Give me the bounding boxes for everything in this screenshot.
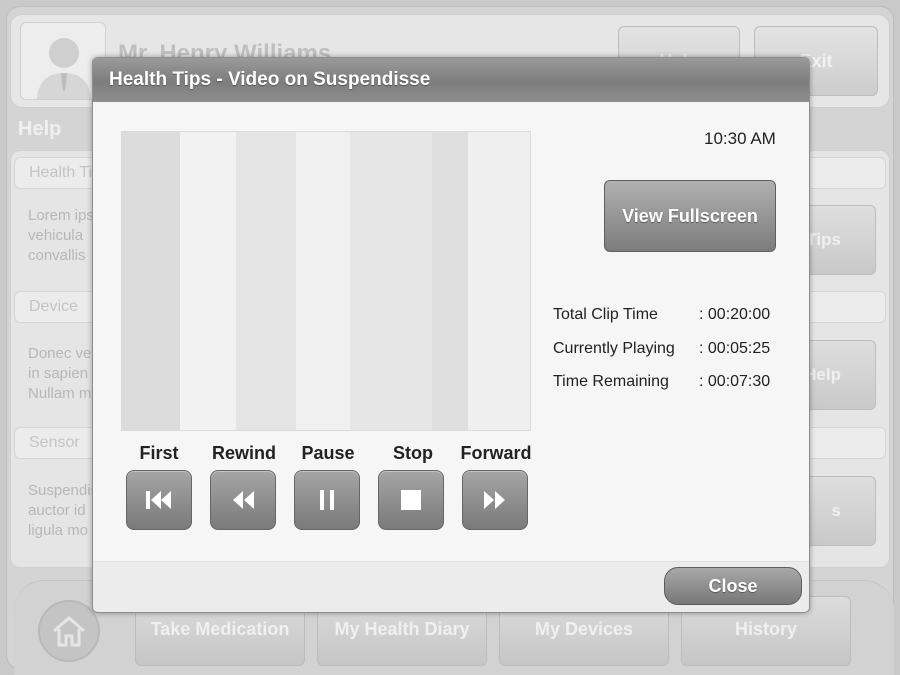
video-frame-stripe bbox=[468, 132, 530, 430]
total-clip-time-value: : 00:20:00 bbox=[699, 306, 771, 323]
currently-playing-value: : 00:05:25 bbox=[699, 340, 771, 357]
rewind-label: Rewind bbox=[211, 443, 276, 463]
rewind-icon bbox=[233, 491, 254, 509]
side-button-tips[interactable]: Tips bbox=[800, 205, 876, 275]
page-title: Help bbox=[18, 118, 62, 140]
video-frame-stripe bbox=[122, 132, 180, 430]
pause-button[interactable] bbox=[294, 470, 360, 530]
side-button-s[interactable]: s bbox=[800, 476, 876, 546]
pause-label: Pause bbox=[301, 443, 355, 463]
time-remaining-label: Time Remaining bbox=[553, 373, 669, 390]
view-fullscreen-button[interactable]: View Fullscreen bbox=[604, 180, 776, 252]
video-frame-stripe bbox=[350, 132, 432, 430]
total-clip-time-label: Total Clip Time bbox=[553, 306, 658, 323]
video-player[interactable] bbox=[121, 131, 531, 431]
skip-to-start-icon bbox=[146, 491, 171, 509]
home-button[interactable] bbox=[38, 600, 100, 662]
first-button[interactable] bbox=[126, 470, 192, 530]
close-button[interactable]: Close bbox=[664, 567, 802, 605]
home-icon bbox=[53, 616, 85, 647]
forward-label: Forward bbox=[460, 443, 532, 463]
pause-icon bbox=[320, 490, 334, 510]
rewind-button[interactable] bbox=[210, 470, 276, 530]
video-modal: Health Tips - Video on Suspendisse First… bbox=[92, 57, 810, 613]
stop-label: Stop bbox=[393, 443, 433, 463]
stop-icon bbox=[401, 490, 421, 510]
first-label: First bbox=[139, 443, 179, 463]
currently-playing-label: Currently Playing bbox=[553, 340, 675, 357]
video-frame-stripe bbox=[296, 132, 350, 430]
time-remaining-value: : 00:07:30 bbox=[699, 373, 771, 390]
video-frame-stripe bbox=[236, 132, 296, 430]
video-frame-stripe bbox=[180, 132, 236, 430]
fast-forward-icon bbox=[484, 491, 505, 509]
stop-button[interactable] bbox=[378, 470, 444, 530]
clock-time: 10:30 AM bbox=[704, 129, 776, 148]
modal-title: Health Tips - Video on Suspendisse bbox=[93, 58, 809, 102]
side-button-help[interactable]: Help bbox=[800, 340, 876, 410]
forward-button[interactable] bbox=[462, 470, 528, 530]
video-frame-stripe bbox=[432, 132, 468, 430]
